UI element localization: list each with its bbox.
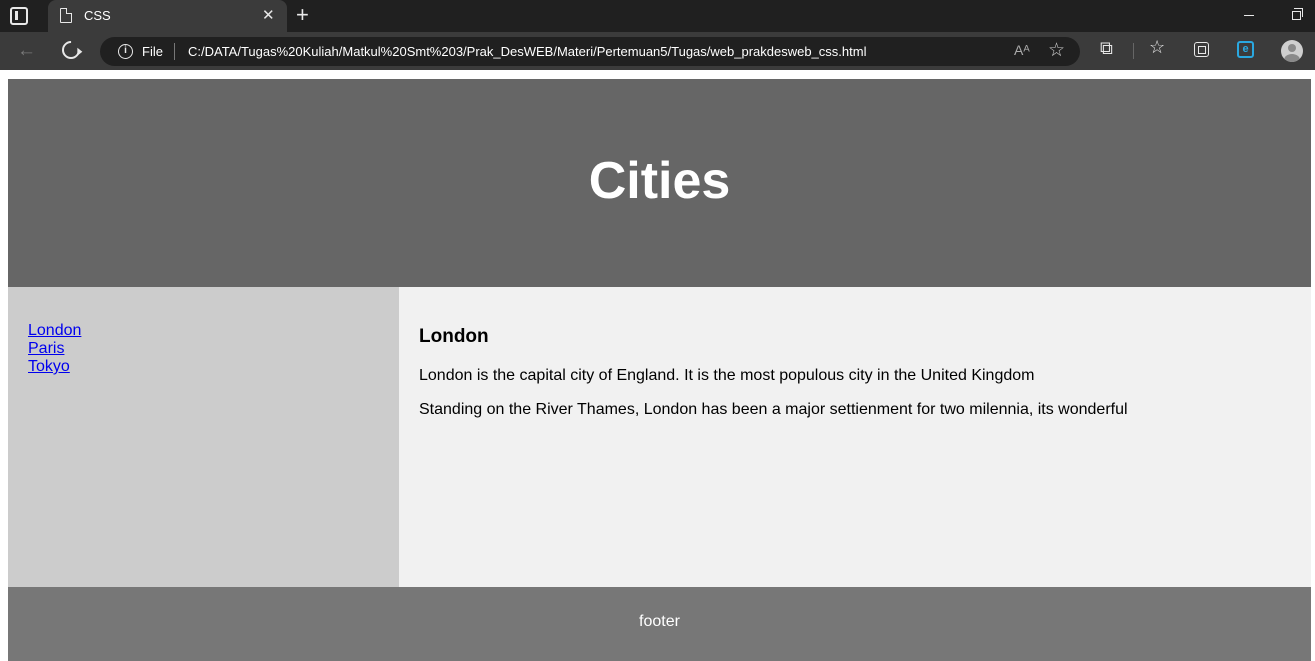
list-item: Paris (28, 340, 81, 358)
article-content: London London is the capital city of Eng… (399, 287, 1311, 587)
restore-icon[interactable] (1292, 8, 1303, 20)
profile-avatar[interactable] (1281, 40, 1303, 62)
extensions-icon[interactable]: ⧉ (1100, 38, 1113, 59)
close-tab-icon[interactable]: ✕ (262, 6, 275, 24)
new-tab-icon[interactable]: + (296, 2, 309, 28)
info-icon[interactable]: i (118, 44, 133, 59)
favorites-icon[interactable]: ☆ (1149, 37, 1165, 58)
url-text[interactable]: C:/DATA/Tugas%20Kuliah/Matkul%20Smt%203/… (188, 44, 866, 59)
toolbar-divider (1133, 43, 1134, 59)
city-nav: London Paris Tokyo (8, 287, 399, 587)
list-item: Tokyo (28, 358, 81, 376)
address-bar[interactable]: i File C:/DATA/Tugas%20Kuliah/Matkul%20S… (100, 37, 1080, 66)
address-divider (174, 43, 175, 60)
refresh-icon[interactable] (58, 37, 84, 63)
read-aloud-icon[interactable]: Aᴬ (1014, 42, 1030, 58)
paris-link[interactable]: Paris (28, 340, 64, 357)
back-icon[interactable]: ← (17, 40, 36, 62)
page-icon (60, 8, 72, 23)
edge-icon[interactable]: e (1237, 41, 1254, 58)
add-favorite-icon[interactable]: ☆ (1048, 39, 1065, 62)
london-link[interactable]: London (28, 322, 81, 339)
tab-title: CSS (84, 8, 111, 23)
footer-text: footer (639, 613, 680, 630)
page-header: Cities (8, 79, 1311, 287)
page-footer: footer (8, 587, 1311, 661)
file-label: File (142, 44, 163, 59)
tokyo-link[interactable]: Tokyo (28, 358, 70, 375)
page-viewport: Cities London Paris Tokyo London London … (0, 70, 1315, 661)
list-item: London (28, 322, 81, 340)
tab-actions-icon[interactable] (10, 7, 28, 25)
minimize-icon[interactable] (1244, 15, 1254, 16)
browser-title-bar: CSS ✕ + (0, 0, 1315, 32)
article-paragraph: London is the capital city of England. I… (419, 367, 1035, 384)
browser-tab[interactable]: CSS ✕ (48, 0, 287, 32)
page-title: Cities (588, 152, 731, 210)
city-list: London Paris Tokyo (28, 322, 81, 376)
article-paragraph: Standing on the River Thames, London has… (419, 401, 1128, 418)
article-title: London (419, 326, 489, 347)
browser-toolbar: ← i File C:/DATA/Tugas%20Kuliah/Matkul%2… (0, 32, 1315, 70)
collections-icon[interactable] (1194, 42, 1209, 57)
